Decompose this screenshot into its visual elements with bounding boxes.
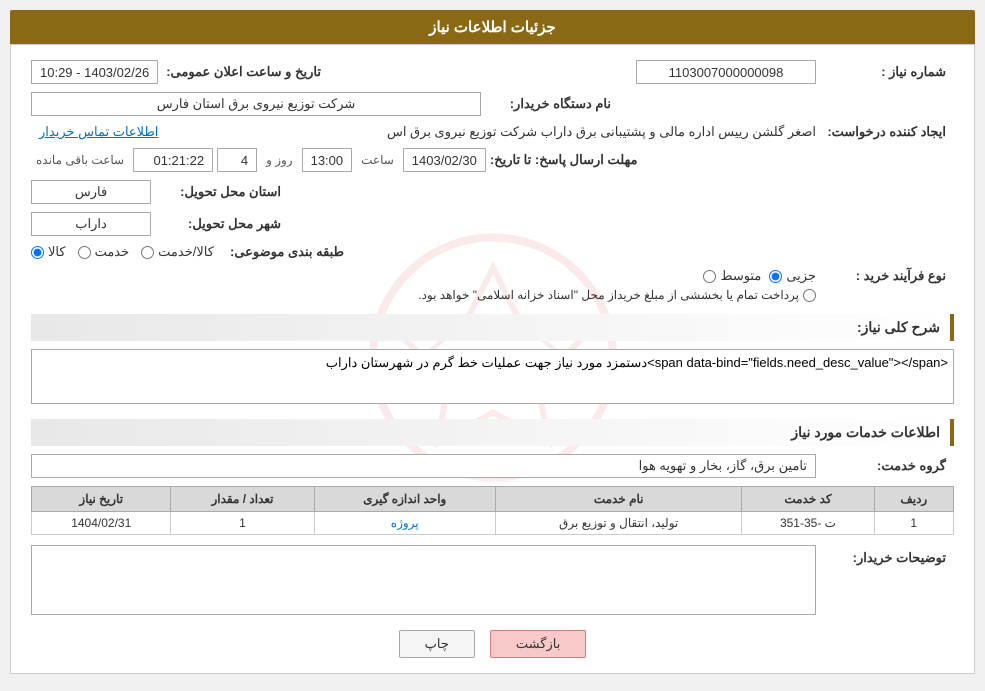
purchase-option-motevaset[interactable]: متوسط — [703, 268, 761, 284]
page-header: جزئیات اطلاعات نیاز — [10, 10, 975, 44]
contact-link[interactable]: اطلاعات تماس خریدار — [39, 124, 158, 140]
services-table: ردیف کد خدمت نام خدمت واحد اندازه گیری ت… — [31, 486, 954, 535]
buyer-org-value: شرکت توزیع نیروی برق استان فارس — [31, 92, 481, 116]
service-group-value: تامین برق، گاز، بخار و تهویه هوا — [31, 454, 816, 478]
need-number-row: شماره نیاز : 1103007000000098 تاریخ و سا… — [31, 60, 954, 84]
category-label: طبقه بندی موضوعی: — [214, 244, 344, 260]
deadline-time: 13:00 — [302, 148, 353, 172]
creator-row: ایجاد کننده درخواست: اصغر گلشن رییس ادار… — [31, 124, 954, 140]
deadline-label: مهلت ارسال پاسخ: تا تاریخ: — [490, 152, 638, 168]
deadline-days-label: روز و — [266, 153, 293, 167]
announce-value: 1403/02/26 - 10:29 — [31, 60, 158, 84]
col-date: تاریخ نیاز — [32, 487, 171, 512]
deadline-time-label: ساعت — [361, 153, 394, 167]
col-name: نام خدمت — [495, 487, 741, 512]
buyer-org-row: نام دستگاه خریدار: شرکت توزیع نیروی برق … — [31, 92, 954, 116]
deadline-row: مهلت ارسال پاسخ: تا تاریخ: 1403/02/30 سا… — [31, 148, 954, 172]
table-row: 1ت -35-351تولید، انتقال و توزیع برقپروژه… — [32, 512, 954, 535]
city-row: شهر محل تحویل: داراب — [31, 212, 954, 236]
deadline-date: 1403/02/30 — [403, 148, 486, 172]
buyer-notes-textarea[interactable] — [31, 545, 816, 615]
province-label: استان محل تحویل: — [151, 184, 281, 200]
category-row: طبقه بندی موضوعی: کالا/خدمت خدمت کالا — [31, 244, 954, 260]
purchase-option-bonds[interactable]: پرداخت تمام یا بخششی از مبلغ خریداز محل … — [31, 288, 816, 302]
category-option-khedmat[interactable]: خدمت — [78, 244, 130, 260]
service-group-label: گروه خدمت: — [816, 458, 946, 474]
remaining-time: 01:21:22 — [133, 148, 213, 172]
purchase-type-label: نوع فرآیند خرید : — [816, 268, 946, 284]
category-option-kala[interactable]: کالا — [31, 244, 66, 260]
need-number-value: 1103007000000098 — [636, 60, 816, 84]
creator-label: ایجاد کننده درخواست: — [816, 124, 946, 140]
col-unit: واحد اندازه گیری — [314, 487, 495, 512]
province-value: فارس — [31, 180, 151, 204]
buyer-notes-label: توضیحات خریدار: — [816, 545, 946, 566]
col-row: ردیف — [874, 487, 953, 512]
print-button[interactable]: چاپ — [399, 630, 475, 658]
buyer-org-label: نام دستگاه خریدار: — [481, 96, 611, 112]
need-desc-section-title: شرح کلی نیاز: — [31, 314, 954, 341]
buttons-row: بازگشت چاپ — [31, 630, 954, 658]
category-option-kala-khedmat[interactable]: کالا/خدمت — [141, 244, 214, 260]
announce-label: تاریخ و ساعت اعلان عمومی: — [166, 64, 321, 80]
back-button[interactable]: بازگشت — [490, 630, 586, 658]
buyer-notes-row: توضیحات خریدار: — [31, 545, 954, 615]
city-value: داراب — [31, 212, 151, 236]
service-group-row: گروه خدمت: تامین برق، گاز، بخار و تهویه … — [31, 454, 954, 478]
page-title: جزئیات اطلاعات نیاز — [429, 19, 556, 36]
services-section-title: اطلاعات خدمات مورد نیاز — [31, 419, 954, 446]
deadline-days: 4 — [217, 148, 257, 172]
col-code: کد خدمت — [742, 487, 874, 512]
need-number-label: شماره نیاز : — [816, 64, 946, 80]
category-radio-group: کالا/خدمت خدمت کالا — [31, 244, 214, 260]
creator-value: اصغر گلشن رییس اداره مالی و پشتیبانی برق… — [158, 124, 816, 140]
col-quantity: تعداد / مقدار — [171, 487, 314, 512]
purchase-option-jazii[interactable]: جزیی — [769, 268, 816, 284]
city-label: شهر محل تحویل: — [151, 216, 281, 232]
province-row: استان محل تحویل: فارس — [31, 180, 954, 204]
need-desc-textarea[interactable]: <span data-bind="fields.need_desc_value"… — [31, 349, 954, 404]
purchase-type-row: نوع فرآیند خرید : جزیی متوسط — [31, 268, 954, 302]
remaining-label: ساعت باقی مانده — [36, 153, 124, 167]
